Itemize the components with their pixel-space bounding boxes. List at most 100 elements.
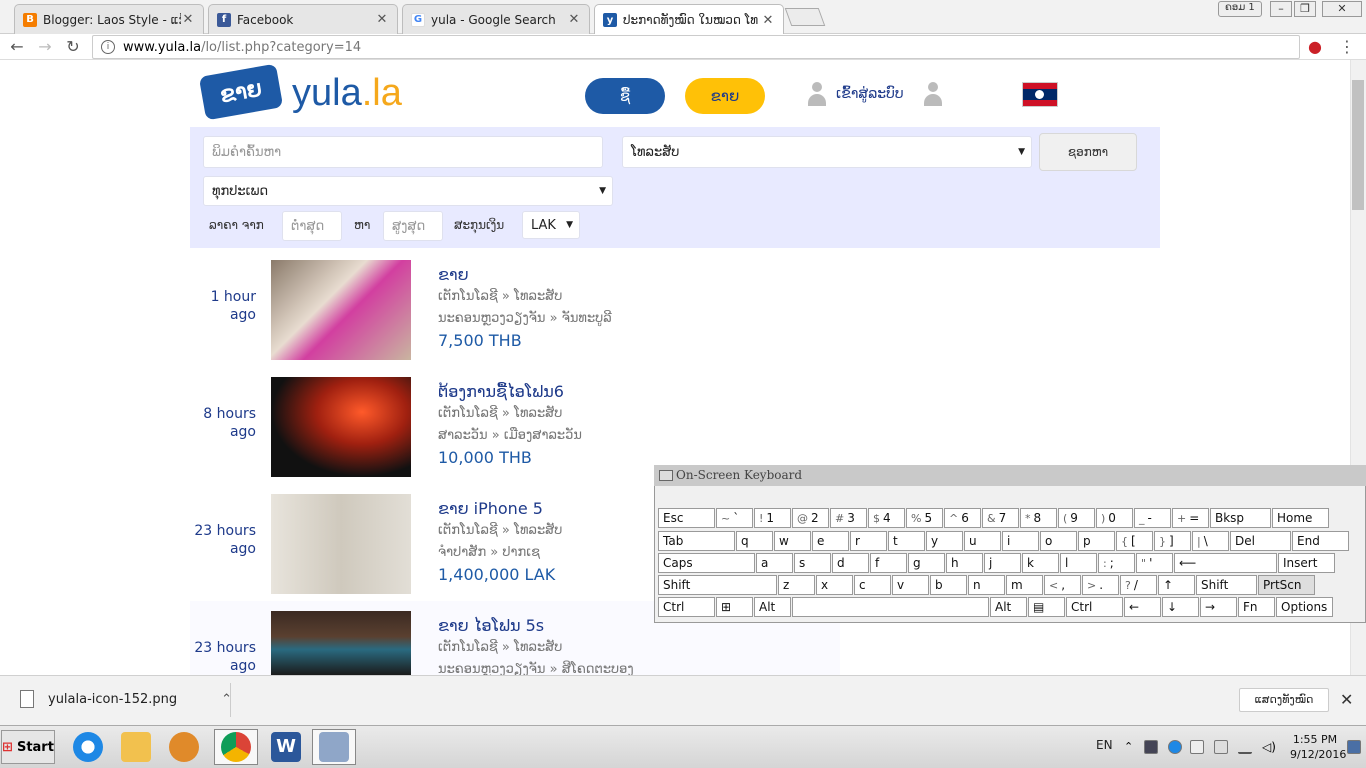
osk-key-1[interactable]: ! 1 [754, 508, 791, 528]
category-select[interactable]: ໂທລະສັບ ▼ [622, 136, 1032, 168]
listing-thumbnail[interactable] [271, 377, 411, 477]
download-item[interactable]: yulala-icon-152.png ⌃ [20, 690, 232, 708]
osk-key-sym[interactable]: ? / [1120, 575, 1157, 595]
tab-google[interactable]: G yula - Google Search ✕ [402, 4, 590, 34]
osk-title[interactable]: On-Screen Keyboard [654, 465, 1366, 486]
osk-key-2[interactable]: @2 [792, 508, 829, 528]
osk-key-a[interactable]: a [756, 553, 793, 573]
search-input[interactable]: ພິມຄຳຄົ້ນຫາ [203, 136, 603, 168]
close-window-icon[interactable]: ✕ [1322, 1, 1362, 17]
osk-key-q[interactable]: q [736, 531, 773, 551]
tray-app-icon[interactable] [1144, 740, 1158, 754]
osk-key-e[interactable]: e [812, 531, 849, 551]
osk-key-r[interactable]: r [850, 531, 887, 551]
osk-key-u[interactable]: u [964, 531, 1001, 551]
osk-key-alt[interactable]: Alt [754, 597, 791, 617]
search-button[interactable]: ຊອກຫາ [1039, 133, 1137, 171]
tab-blogger[interactable]: B Blogger: Laos Style - ແກ້ໄຂ ✕ [14, 4, 204, 34]
listing-thumbnail[interactable] [271, 260, 411, 360]
close-icon[interactable]: ✕ [761, 13, 775, 28]
osk-key-sym[interactable]: ~ ` [716, 508, 753, 528]
forward-icon[interactable]: → [34, 36, 56, 58]
osk-key-shift[interactable]: Shift [1196, 575, 1257, 595]
osk-key-sym[interactable]: | \ [1192, 531, 1229, 551]
osk-key-v[interactable]: v [892, 575, 929, 595]
show-desktop-icon[interactable] [1347, 740, 1361, 754]
clock[interactable]: 1:55 PM 9/12/2016 [1290, 732, 1346, 762]
osk-key-7[interactable]: & 7 [982, 508, 1019, 528]
osk-key-sym[interactable]: ⊞ [716, 597, 753, 617]
osk-key-9[interactable]: (9 [1058, 508, 1095, 528]
osk-key-space[interactable] [792, 597, 989, 617]
close-icon[interactable]: ✕ [181, 12, 195, 27]
osk-key-sym[interactable]: ↑ [1158, 575, 1195, 595]
osk-key-sym[interactable]: ← [1124, 597, 1161, 617]
close-icon[interactable]: ✕ [1340, 690, 1353, 709]
osk-key-sym[interactable]: >. [1082, 575, 1119, 595]
address-bar[interactable]: i www.yula.la/lo/list.php?category=14 [92, 35, 1300, 59]
scrollbar-thumb[interactable] [1352, 80, 1364, 210]
osk-key-t[interactable]: t [888, 531, 925, 551]
laos-flag-icon[interactable] [1022, 82, 1058, 107]
listing-thumbnail[interactable] [271, 611, 411, 675]
osk-key-del[interactable]: Del [1230, 531, 1291, 551]
show-all-button[interactable]: ແສດງທັງໝົດ [1239, 688, 1329, 712]
listing-item[interactable]: 1 hour ago ຂາຍ ເຕັກໂນໂລຊີ » ໂທລະສັບ ນະຄອ… [190, 250, 840, 367]
osk-key-shift[interactable]: Shift [658, 575, 777, 595]
osk-key-sym[interactable]: ↓ [1162, 597, 1199, 617]
osk-key-n[interactable]: n [968, 575, 1005, 595]
osk-key-prtscn[interactable]: PrtScn [1258, 575, 1315, 595]
osk-key-sym[interactable]: ▤ [1028, 597, 1065, 617]
folder-icon[interactable] [114, 729, 158, 765]
osk-key-bksp[interactable]: Bksp [1210, 508, 1271, 528]
menu-icon[interactable]: ⋮ [1336, 36, 1358, 58]
osk-key-f[interactable]: f [870, 553, 907, 573]
osk-key-z[interactable]: z [778, 575, 815, 595]
reload-icon[interactable]: ↻ [62, 36, 84, 58]
osk-key-sym[interactable]: _ - [1134, 508, 1171, 528]
osk-key-3[interactable]: #3 [830, 508, 867, 528]
osk-taskbar-icon[interactable] [312, 729, 356, 765]
max-price-input[interactable]: ສູງສຸດ [383, 211, 443, 241]
osk-key-0[interactable]: ) 0 [1096, 508, 1133, 528]
osk-key-p[interactable]: p [1078, 531, 1115, 551]
osk-key-sym[interactable]: <, [1044, 575, 1081, 595]
start-button[interactable]: ⊞ Start [1, 730, 55, 764]
osk-key-k[interactable]: k [1022, 553, 1059, 573]
ie-tray-icon[interactable] [1168, 740, 1182, 754]
new-tab-button[interactable] [784, 8, 826, 26]
network-icon[interactable] [1238, 740, 1252, 754]
osk-key-sym[interactable]: ⟵ [1174, 553, 1277, 573]
volume-icon[interactable]: ◁) [1262, 740, 1276, 754]
osk-key-sym[interactable]: {[ [1116, 531, 1153, 551]
osk-key-5[interactable]: % 5 [906, 508, 943, 528]
osk-key-8[interactable]: * 8 [1020, 508, 1057, 528]
tray-device-icon[interactable] [1214, 740, 1228, 754]
osk-key-sym[interactable]: :; [1098, 553, 1135, 573]
ie-icon[interactable] [66, 729, 110, 765]
osk-key-sym[interactable]: + = [1172, 508, 1209, 528]
osk-key-j[interactable]: j [984, 553, 1021, 573]
osk-key-esc[interactable]: Esc [658, 508, 715, 528]
chrome-icon[interactable] [214, 729, 258, 765]
osk-key-tab[interactable]: Tab [658, 531, 735, 551]
restore-icon[interactable]: ❐ [1294, 1, 1316, 17]
tab-facebook[interactable]: f Facebook ✕ [208, 4, 398, 34]
logo-text[interactable]: yula.la [292, 72, 402, 115]
osk-key-6[interactable]: ^ 6 [944, 508, 981, 528]
close-icon[interactable]: ✕ [567, 12, 581, 27]
osk-key-y[interactable]: y [926, 531, 963, 551]
osk-key-end[interactable]: End [1292, 531, 1349, 551]
osk-key-b[interactable]: b [930, 575, 967, 595]
tray-security-icon[interactable] [1190, 740, 1204, 754]
type-select[interactable]: ທຸກປະເພດ ▼ [203, 176, 613, 206]
osk-key-sym[interactable]: → [1200, 597, 1237, 617]
osk-key-c[interactable]: c [854, 575, 891, 595]
close-icon[interactable]: ✕ [375, 12, 389, 27]
osk-key-l[interactable]: l [1060, 553, 1097, 573]
osk-key-4[interactable]: $4 [868, 508, 905, 528]
osk-key-alt[interactable]: Alt [990, 597, 1027, 617]
minimize-icon[interactable]: – [1270, 1, 1292, 17]
min-price-input[interactable]: ຕ່ຳສຸດ [282, 211, 342, 241]
register-user-icon[interactable] [922, 82, 944, 106]
